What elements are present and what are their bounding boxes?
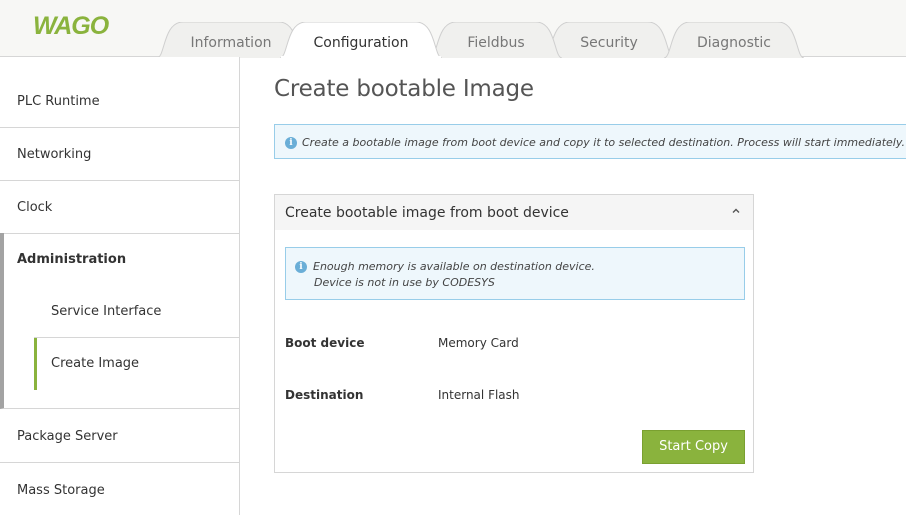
sidebar-item-mass-storage[interactable]: Mass Storage	[0, 463, 239, 515]
sidebar-subitem-create-image[interactable]: Create Image	[34, 338, 239, 390]
memory-info-line: Enough memory is available on destinatio…	[313, 260, 595, 273]
sidebar-item-label: Mass Storage	[17, 483, 105, 498]
tab-fieldbus[interactable]: Fieldbus	[430, 22, 562, 58]
sidebar-item-package-server[interactable]: Package Server	[0, 409, 239, 463]
page-title: Create bootable Image	[274, 76, 534, 102]
chevron-up-icon[interactable]	[729, 204, 743, 218]
codesys-info-line: Device is not in use by CODESYS	[314, 276, 495, 289]
destination-label: Destination	[285, 388, 364, 402]
sidebar: PLC Runtime Networking Clock Administrat…	[0, 57, 240, 515]
tab-configuration[interactable]: Configuration	[280, 22, 442, 58]
memory-info-box: i Enough memory is available on destinat…	[285, 247, 745, 300]
sidebar-item-label: Clock	[17, 200, 53, 215]
boot-device-label: Boot device	[285, 336, 365, 350]
sidebar-item-label: Networking	[17, 147, 92, 162]
sidebar-item-clock[interactable]: Clock	[0, 181, 239, 234]
panel-title: Create bootable image from boot device	[285, 205, 569, 221]
sidebar-item-label: PLC Runtime	[17, 94, 100, 109]
tab-label: Information	[190, 35, 272, 51]
sidebar-item-plc-runtime[interactable]: PLC Runtime	[0, 57, 239, 128]
destination-value: Internal Flash	[438, 388, 520, 402]
tab-label: Fieldbus	[467, 35, 525, 51]
sidebar-item-networking[interactable]: Networking	[0, 128, 239, 181]
boot-device-value: Memory Card	[438, 336, 519, 350]
sidebar-group-administration: Administration Service Interface Create …	[0, 233, 239, 409]
tab-label: Security	[580, 35, 638, 51]
tab-label: Diagnostic	[697, 35, 771, 51]
sidebar-item-label: Package Server	[17, 429, 118, 444]
tab-label: Configuration	[313, 35, 409, 51]
sidebar-item-label: Administration	[17, 252, 127, 267]
sidebar-subitem-label: Create Image	[51, 356, 140, 371]
panel-header[interactable]: Create bootable image from boot device	[275, 195, 753, 230]
info-icon: i	[295, 261, 307, 273]
info-banner-text: Create a bootable image from boot device…	[302, 136, 905, 149]
main-tabs: Information Security Diagnostic Fieldbus…	[0, 0, 906, 58]
sidebar-subitem-service-interface[interactable]: Service Interface	[34, 286, 239, 338]
tab-security[interactable]: Security	[544, 22, 674, 58]
sidebar-subitem-label: Service Interface	[51, 304, 162, 319]
create-image-panel: Create bootable image from boot device i…	[274, 194, 754, 473]
tab-diagnostic[interactable]: Diagnostic	[664, 22, 804, 58]
info-banner: i Create a bootable image from boot devi…	[274, 124, 906, 159]
info-icon: i	[285, 137, 297, 149]
start-copy-button[interactable]: Start Copy	[642, 430, 745, 464]
sidebar-item-administration[interactable]: Administration	[4, 233, 239, 286]
